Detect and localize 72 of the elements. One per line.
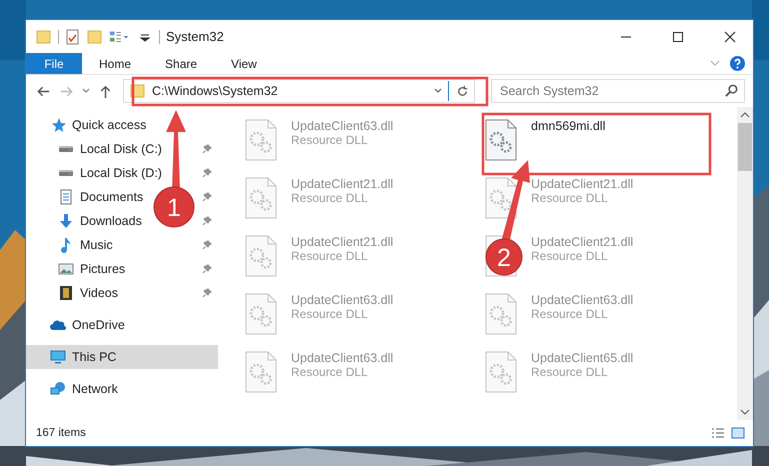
file-gears-icon — [245, 351, 277, 393]
file-type: Resource DLL — [291, 365, 369, 379]
pin-icon[interactable] — [202, 288, 212, 298]
file-gears-icon — [245, 235, 277, 277]
file-gears-icon — [245, 293, 277, 335]
file-gears-icon — [485, 119, 517, 161]
pin-icon[interactable] — [202, 168, 212, 178]
file-name[interactable]: dmn569mi.dll — [531, 119, 606, 133]
window-title: System32 — [166, 29, 224, 44]
scroll-down-icon[interactable] — [740, 409, 750, 415]
sidebar-item[interactable]: OneDrive — [26, 313, 218, 337]
file-gears-icon — [245, 177, 277, 219]
details-view-icon[interactable] — [711, 427, 725, 439]
file-type: Resource DLL — [531, 307, 609, 321]
pin-icon[interactable] — [202, 216, 212, 226]
up-arrow-icon[interactable] — [98, 84, 113, 98]
search-icon — [724, 83, 739, 98]
monitor-icon — [50, 349, 66, 365]
star-icon — [50, 117, 66, 133]
file-type: Resource DLL — [291, 307, 369, 321]
sidebar-item[interactable]: Pictures — [58, 261, 126, 277]
picture-icon — [58, 261, 74, 277]
scrollbar[interactable] — [737, 107, 753, 420]
minimize-icon — [620, 36, 632, 38]
file-type: Resource DLL — [291, 133, 369, 147]
refresh-icon[interactable] — [455, 84, 470, 98]
view-options-icon[interactable] — [109, 28, 131, 44]
numbered-marker: 1 — [154, 186, 194, 228]
address-path: C:\Windows\System32 — [152, 84, 279, 98]
sidebar-item[interactable]: Local Disk (C:) — [58, 141, 162, 157]
pin-icon[interactable] — [202, 240, 212, 250]
ribbon-tab[interactable]: Share — [148, 53, 214, 74]
expand-ribbon-icon[interactable] — [710, 60, 720, 67]
network-icon — [50, 381, 66, 397]
close-icon — [724, 30, 736, 42]
sidebar-item[interactable]: Music — [58, 237, 113, 253]
file-gears-icon — [245, 119, 277, 161]
ribbon-tab[interactable]: File — [26, 53, 82, 74]
maximize-icon — [672, 30, 684, 42]
ribbon-tab[interactable]: Home — [82, 53, 148, 74]
properties-icon[interactable] — [65, 28, 81, 44]
sidebar-item[interactable]: Local Disk (D:) — [58, 165, 162, 181]
pin-icon[interactable] — [202, 144, 212, 154]
large-icons-view-icon[interactable] — [731, 427, 745, 439]
pin-icon[interactable] — [202, 264, 212, 274]
ribbon-tab[interactable]: View — [214, 53, 274, 74]
file-gears-icon — [485, 293, 517, 335]
download-arrow-icon — [58, 213, 74, 229]
search-field[interactable]: Search System32 — [491, 79, 745, 103]
help-icon[interactable] — [730, 56, 745, 71]
file-type: Resource DLL — [291, 191, 369, 205]
document-icon — [58, 189, 74, 205]
scroll-up-icon[interactable] — [740, 112, 750, 118]
sidebar-item[interactable]: Network — [26, 377, 218, 401]
file-type: Resource DLL — [531, 191, 609, 205]
sidebar-item[interactable]: Documents — [58, 189, 144, 205]
file-type: Resource DLL — [531, 365, 609, 379]
dropdown-caret-icon[interactable] — [434, 88, 442, 94]
item-count: 167 items — [36, 427, 86, 439]
sidebar-item[interactable]: Videos — [58, 285, 118, 301]
sidebar-item[interactable]: This PC — [26, 345, 218, 369]
film-icon — [58, 285, 74, 301]
recent-locations-icon[interactable] — [82, 88, 90, 94]
address-bar[interactable]: C:\Windows\System32 — [123, 79, 475, 103]
file-gears-icon — [485, 351, 517, 393]
scrollbar-thumb[interactable] — [738, 123, 752, 171]
numbered-marker: 2 — [486, 238, 522, 276]
sidebar-item[interactable]: Downloads — [58, 213, 142, 229]
sidebar-item[interactable]: Quick access — [26, 113, 218, 137]
file-type: Resource DLL — [531, 249, 609, 263]
pin-icon[interactable] — [202, 192, 212, 202]
file-type: Resource DLL — [291, 249, 369, 263]
